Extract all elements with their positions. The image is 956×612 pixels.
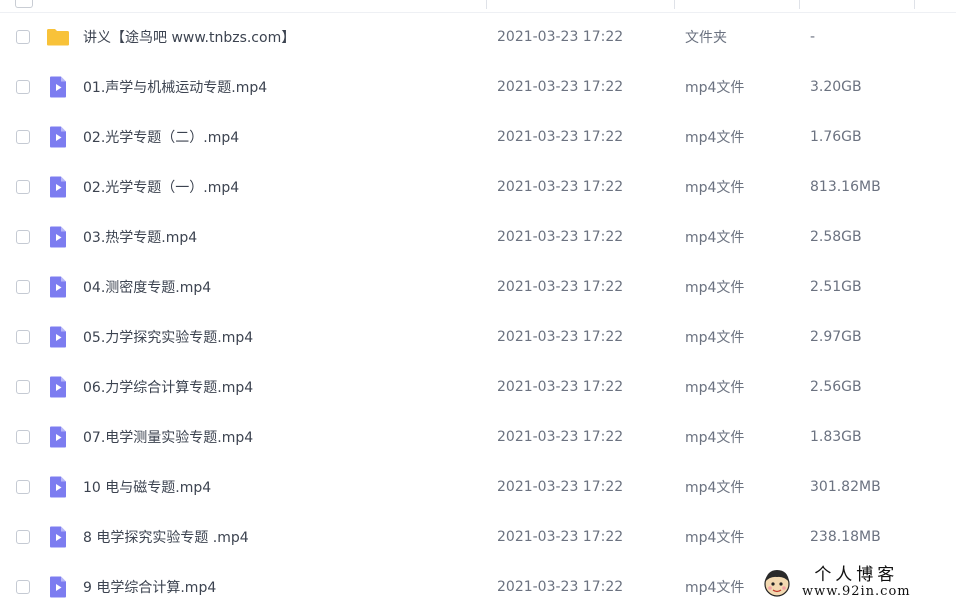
video-file-icon <box>46 475 70 499</box>
file-size: 2.58GB <box>810 229 862 245</box>
file-row[interactable]: 07.电学测量实验专题.mp4 2021-03-23 17:22 mp4文件 1… <box>0 412 956 462</box>
column-divider <box>799 0 800 9</box>
modified-date: 2021-03-23 17:22 <box>497 579 624 595</box>
modified-date: 2021-03-23 17:22 <box>497 79 624 95</box>
row-checkbox[interactable] <box>16 130 30 144</box>
column-divider <box>674 0 675 9</box>
modified-date: 2021-03-23 17:22 <box>497 379 624 395</box>
file-row[interactable]: 02.光学专题（二）.mp4 2021-03-23 17:22 mp4文件 1.… <box>0 112 956 162</box>
file-size: 3.20GB <box>810 79 862 95</box>
watermark: 个人博客 www.92in.com <box>758 565 954 601</box>
file-type: 文件夹 <box>685 30 727 46</box>
modified-date: 2021-03-23 17:22 <box>497 129 624 145</box>
file-name[interactable]: 02.光学专题（一）.mp4 <box>83 177 239 197</box>
file-name[interactable]: 01.声学与机械运动专题.mp4 <box>83 77 267 97</box>
file-size: 813.16MB <box>810 179 881 195</box>
file-name[interactable]: 10 电与磁专题.mp4 <box>83 477 211 497</box>
cartoon-avatar-icon <box>764 570 790 597</box>
modified-date: 2021-03-23 17:22 <box>497 29 624 45</box>
file-name[interactable]: 讲义【途鸟吧 www.tnbzs.com】 <box>83 27 295 47</box>
file-type: mp4文件 <box>685 580 745 596</box>
file-size: 238.18MB <box>810 529 881 545</box>
video-file-icon <box>46 325 70 349</box>
row-checkbox[interactable] <box>16 280 30 294</box>
header-select-all-checkbox[interactable] <box>15 0 33 8</box>
file-name[interactable]: 06.力学综合计算专题.mp4 <box>83 377 253 397</box>
file-type: mp4文件 <box>685 80 745 96</box>
video-file-icon <box>46 175 70 199</box>
row-checkbox[interactable] <box>16 230 30 244</box>
file-name[interactable]: 05.力学探究实验专题.mp4 <box>83 327 253 347</box>
file-type: mp4文件 <box>685 180 745 196</box>
video-file-icon <box>46 375 70 399</box>
video-file-icon <box>46 425 70 449</box>
video-file-icon <box>46 525 70 549</box>
watermark-title: 个人博客 <box>814 565 899 585</box>
row-checkbox[interactable] <box>16 80 30 94</box>
file-row[interactable]: 10 电与磁专题.mp4 2021-03-23 17:22 mp4文件 301.… <box>0 462 956 512</box>
row-checkbox[interactable] <box>16 480 30 494</box>
file-size: 1.76GB <box>810 129 862 145</box>
file-row[interactable]: 06.力学综合计算专题.mp4 2021-03-23 17:22 mp4文件 2… <box>0 362 956 412</box>
file-type: mp4文件 <box>685 380 745 396</box>
folder-icon <box>46 25 70 49</box>
modified-date: 2021-03-23 17:22 <box>497 279 624 295</box>
video-file-icon <box>46 75 70 99</box>
file-type: mp4文件 <box>685 130 745 146</box>
file-size: 301.82MB <box>810 479 881 495</box>
file-size: 2.51GB <box>810 279 862 295</box>
file-name[interactable]: 07.电学测量实验专题.mp4 <box>83 427 253 447</box>
watermark-url: www.92in.com <box>802 584 911 599</box>
row-checkbox[interactable] <box>16 380 30 394</box>
row-checkbox[interactable] <box>16 580 30 594</box>
row-checkbox[interactable] <box>16 330 30 344</box>
file-row[interactable]: 04.测密度专题.mp4 2021-03-23 17:22 mp4文件 2.51… <box>0 262 956 312</box>
row-checkbox[interactable] <box>16 430 30 444</box>
file-type: mp4文件 <box>685 330 745 346</box>
column-divider <box>486 0 487 9</box>
modified-date: 2021-03-23 17:22 <box>497 529 624 545</box>
video-file-icon <box>46 575 70 599</box>
column-divider <box>914 0 915 9</box>
file-type: mp4文件 <box>685 530 745 546</box>
file-name[interactable]: 04.测密度专题.mp4 <box>83 277 211 297</box>
file-type: mp4文件 <box>685 230 745 246</box>
file-type: mp4文件 <box>685 280 745 296</box>
file-row[interactable]: 02.光学专题（一）.mp4 2021-03-23 17:22 mp4文件 81… <box>0 162 956 212</box>
file-size: 2.56GB <box>810 379 862 395</box>
file-name[interactable]: 9 电学综合计算.mp4 <box>83 577 216 597</box>
file-row[interactable]: 讲义【途鸟吧 www.tnbzs.com】 2021-03-23 17:22 文… <box>0 12 956 62</box>
file-size: 1.83GB <box>810 429 862 445</box>
file-row[interactable]: 8 电学探究实验专题 .mp4 2021-03-23 17:22 mp4文件 2… <box>0 512 956 562</box>
row-checkbox[interactable] <box>16 180 30 194</box>
file-size: 2.97GB <box>810 329 862 345</box>
modified-date: 2021-03-23 17:22 <box>497 479 624 495</box>
video-file-icon <box>46 275 70 299</box>
file-row[interactable]: 01.声学与机械运动专题.mp4 2021-03-23 17:22 mp4文件 … <box>0 62 956 112</box>
file-name[interactable]: 03.热学专题.mp4 <box>83 227 197 247</box>
file-name[interactable]: 02.光学专题（二）.mp4 <box>83 127 239 147</box>
file-name[interactable]: 8 电学探究实验专题 .mp4 <box>83 527 249 547</box>
video-file-icon <box>46 225 70 249</box>
modified-date: 2021-03-23 17:22 <box>497 229 624 245</box>
file-list: 讲义【途鸟吧 www.tnbzs.com】 2021-03-23 17:22 文… <box>0 12 956 612</box>
video-file-icon <box>46 125 70 149</box>
modified-date: 2021-03-23 17:22 <box>497 429 624 445</box>
modified-date: 2021-03-23 17:22 <box>497 179 624 195</box>
row-checkbox[interactable] <box>16 530 30 544</box>
modified-date: 2021-03-23 17:22 <box>497 329 624 345</box>
file-row[interactable]: 05.力学探究实验专题.mp4 2021-03-23 17:22 mp4文件 2… <box>0 312 956 362</box>
row-checkbox[interactable] <box>16 30 30 44</box>
file-type: mp4文件 <box>685 480 745 496</box>
file-row[interactable]: 03.热学专题.mp4 2021-03-23 17:22 mp4文件 2.58G… <box>0 212 956 262</box>
file-size: - <box>810 29 816 45</box>
file-type: mp4文件 <box>685 430 745 446</box>
